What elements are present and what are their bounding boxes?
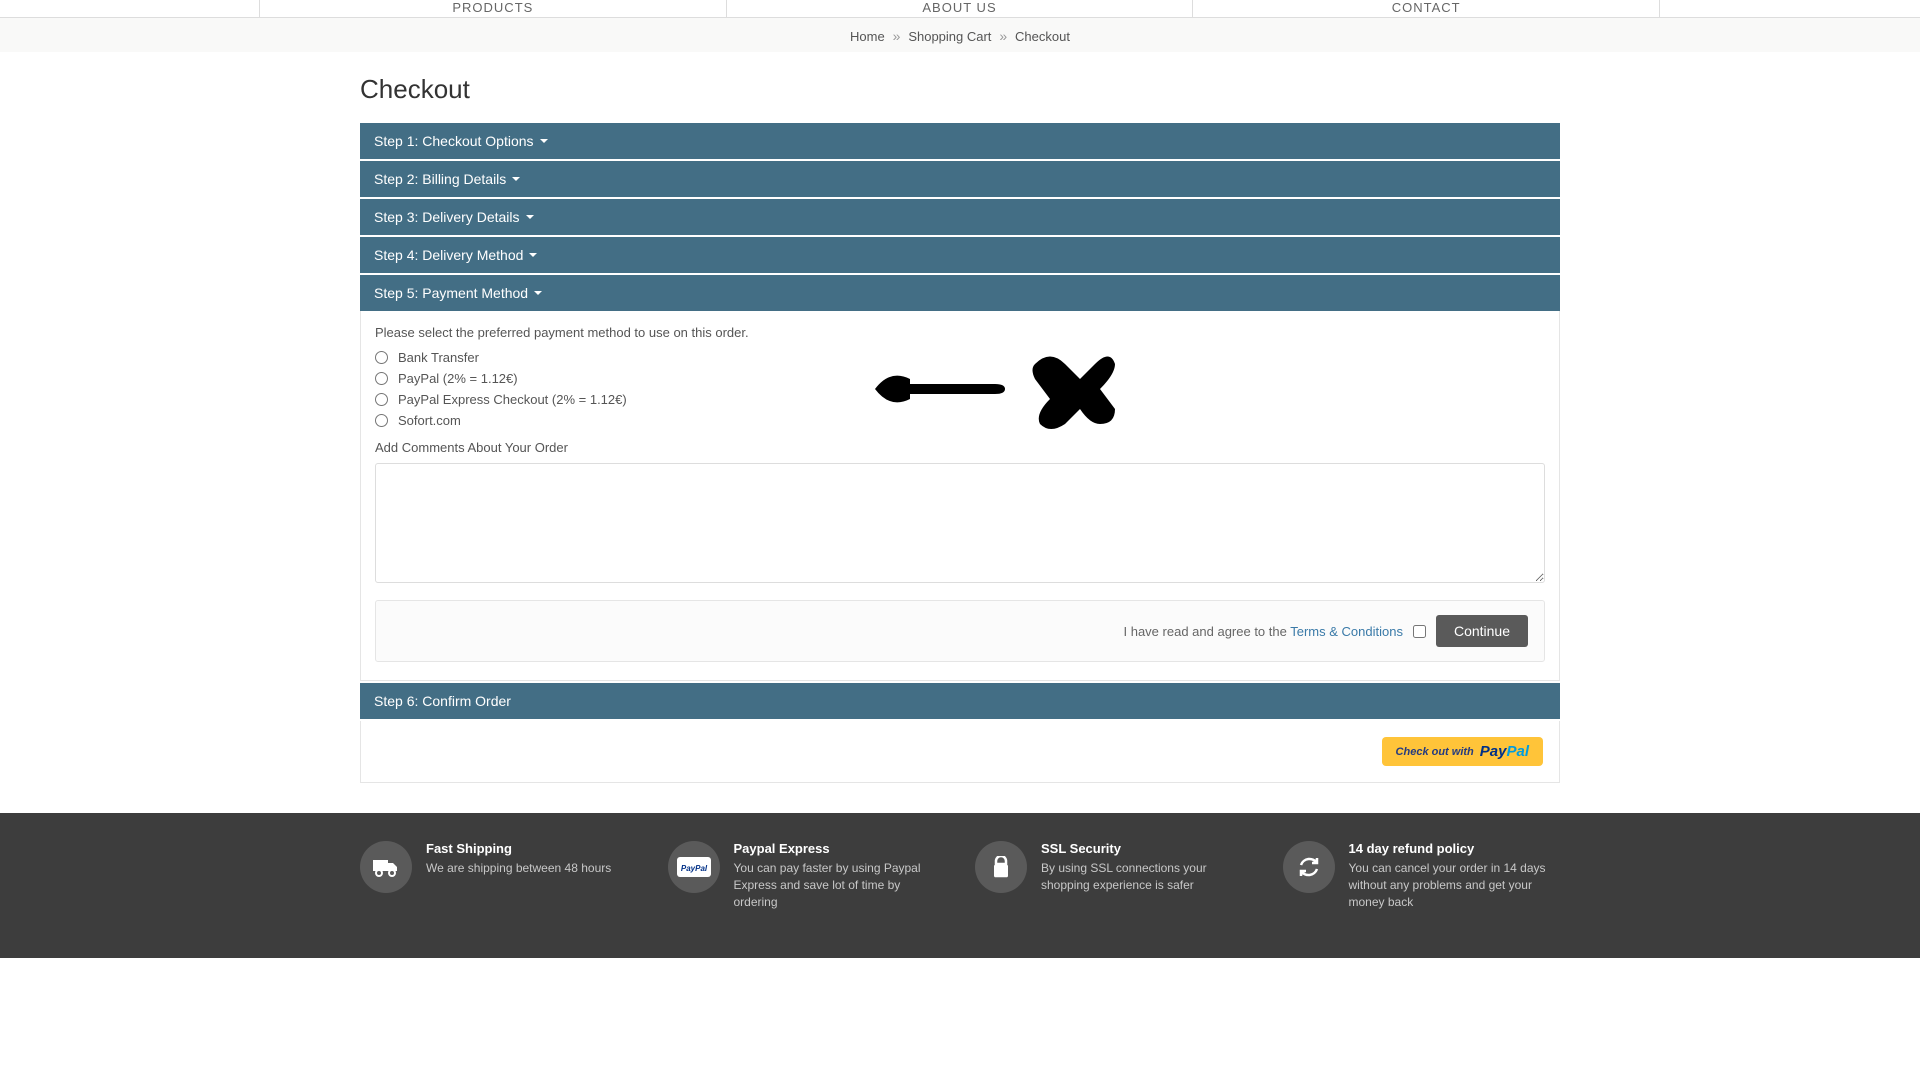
paypal-logo-icon: PayPal: [1480, 743, 1529, 760]
feature-pp-text: You can pay faster by using Paypal Expre…: [734, 860, 946, 910]
continue-button[interactable]: Continue: [1436, 615, 1528, 647]
main-nav: PRODUCTS ABOUT US CONTACT: [0, 0, 1920, 18]
step-2-label: Step 2: Billing Details: [374, 171, 506, 187]
feature-pp-title: Paypal Express: [734, 841, 946, 856]
feature-fast-shipping: Fast Shipping We are shipping between 48…: [360, 841, 638, 910]
radio-sofort[interactable]: [375, 414, 388, 427]
paypal-checkout-button[interactable]: Check out with PayPal: [1382, 737, 1543, 766]
truck-icon: [360, 841, 412, 893]
step-6-header[interactable]: Step 6: Confirm Order: [360, 683, 1560, 719]
hand-annotation: [855, 344, 1115, 437]
feature-ship-text: We are shipping between 48 hours: [426, 860, 611, 877]
breadcrumb-sep: »: [893, 28, 901, 44]
step-3-label: Step 3: Delivery Details: [374, 209, 520, 225]
radio-paypal-label: PayPal (2% = 1.12€): [398, 371, 518, 386]
breadcrumb-sep: »: [999, 28, 1007, 44]
paypal-icon: PayPal: [668, 841, 720, 893]
radio-bank[interactable]: [375, 351, 388, 364]
nav-products[interactable]: PRODUCTS: [260, 0, 727, 17]
step-1-header[interactable]: Step 1: Checkout Options: [360, 123, 1560, 159]
page-title: Checkout: [360, 74, 1560, 105]
step-6-label: Step 6: Confirm Order: [374, 693, 511, 709]
radio-sofort-label: Sofort.com: [398, 413, 461, 428]
nav-about-us[interactable]: ABOUT US: [727, 0, 1194, 17]
step-2-header[interactable]: Step 2: Billing Details: [360, 161, 1560, 197]
step-5-header[interactable]: Step 5: Payment Method: [360, 275, 1560, 311]
nav-spacer-left: [0, 0, 260, 17]
caret-down-icon: [512, 175, 520, 183]
caret-down-icon: [529, 251, 537, 259]
step-5-label: Step 5: Payment Method: [374, 285, 528, 301]
feature-ssl-security: SSL Security By using SSL connections yo…: [975, 841, 1253, 910]
step-4-label: Step 4: Delivery Method: [374, 247, 523, 263]
breadcrumb-current: Checkout: [1015, 29, 1070, 44]
terms-text: I have read and agree to the Terms & Con…: [1124, 624, 1403, 639]
nav-spacer-right: [1660, 0, 1920, 17]
add-comments-label: Add Comments About Your Order: [375, 440, 1545, 455]
breadcrumb-cart[interactable]: Shopping Cart: [908, 29, 991, 44]
feature-ssl-text: By using SSL connections your shopping e…: [1041, 860, 1253, 894]
step-5-body: Please select the preferred payment meth…: [360, 311, 1560, 681]
breadcrumb-home[interactable]: Home: [850, 29, 885, 44]
feature-refund-policy: 14 day refund policy You can cancel your…: [1283, 841, 1561, 910]
step-3-header[interactable]: Step 3: Delivery Details: [360, 199, 1560, 235]
terms-pre-text: I have read and agree to the: [1124, 624, 1291, 639]
radio-paypal[interactable]: [375, 372, 388, 385]
order-comments-input[interactable]: [375, 463, 1545, 583]
paypal-checkout-row: Check out with PayPal: [360, 721, 1560, 783]
caret-down-icon: [534, 289, 542, 297]
main-container: Checkout Step 1: Checkout Options Step 2…: [340, 74, 1580, 813]
feature-refund-text: You can cancel your order in 14 days wit…: [1349, 860, 1561, 910]
feature-refund-title: 14 day refund policy: [1349, 841, 1561, 856]
radio-paypal-express-label: PayPal Express Checkout (2% = 1.12€): [398, 392, 627, 407]
paypal-button-label: Check out with: [1396, 746, 1474, 758]
feature-ssl-title: SSL Security: [1041, 841, 1253, 856]
refresh-icon: [1283, 841, 1335, 893]
nav-contact[interactable]: CONTACT: [1193, 0, 1660, 17]
caret-down-icon: [526, 213, 534, 221]
payment-options: Bank Transfer PayPal (2% = 1.12€) PayPal…: [375, 350, 1545, 428]
breadcrumb: Home » Shopping Cart » Checkout: [0, 18, 1920, 52]
feature-paypal-express: PayPal Paypal Express You can pay faster…: [668, 841, 946, 910]
caret-down-icon: [540, 137, 548, 145]
radio-paypal-express[interactable]: [375, 393, 388, 406]
svg-text:PayPal: PayPal: [680, 864, 707, 873]
feature-strip: Fast Shipping We are shipping between 48…: [0, 813, 1920, 958]
terms-link[interactable]: Terms & Conditions: [1290, 624, 1403, 639]
terms-checkbox[interactable]: [1413, 625, 1426, 638]
terms-row: I have read and agree to the Terms & Con…: [375, 600, 1545, 662]
step-4-header[interactable]: Step 4: Delivery Method: [360, 237, 1560, 273]
step-1-label: Step 1: Checkout Options: [374, 133, 534, 149]
payment-prompt: Please select the preferred payment meth…: [375, 325, 1545, 340]
feature-ship-title: Fast Shipping: [426, 841, 611, 856]
lock-icon: [975, 841, 1027, 893]
radio-bank-label: Bank Transfer: [398, 350, 479, 365]
